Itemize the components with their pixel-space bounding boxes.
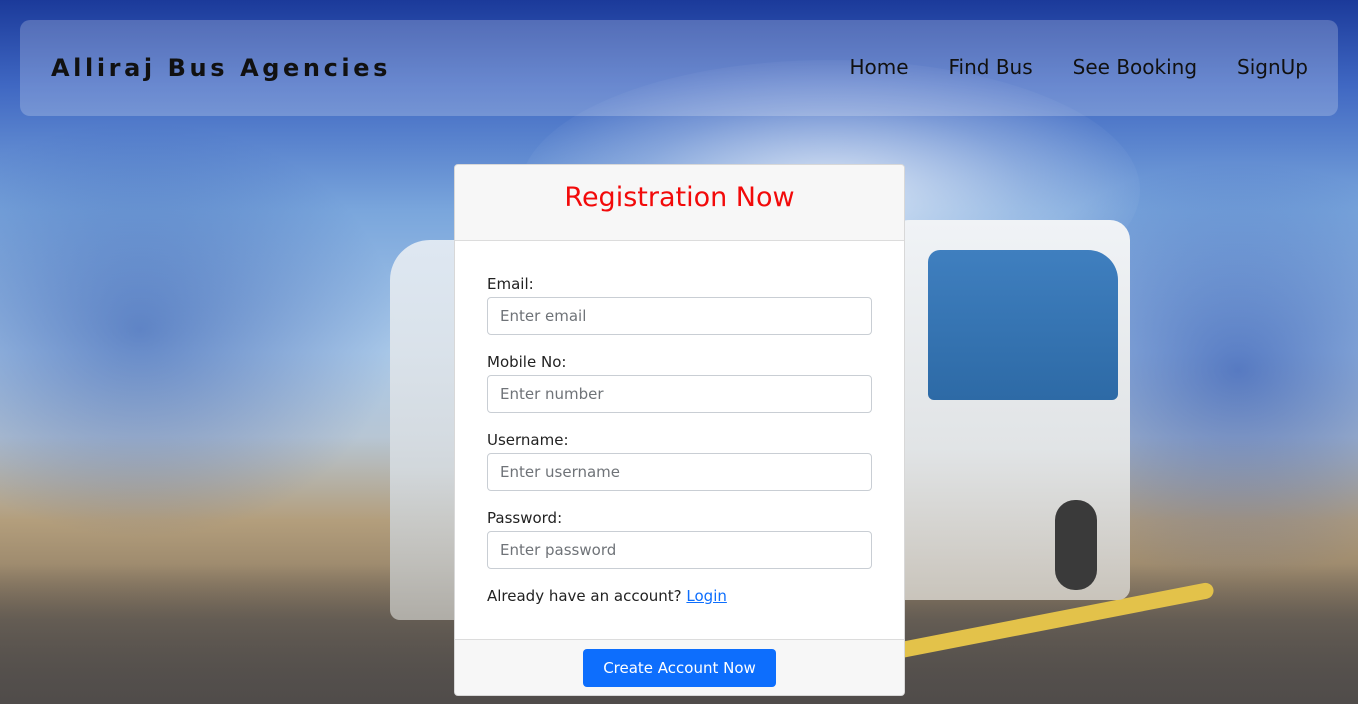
mobile-label: Mobile No:	[487, 353, 567, 371]
nav-link-home[interactable]: Home	[849, 54, 908, 80]
card-header: Registration Now	[455, 165, 904, 241]
username-field-group: Username:	[487, 429, 872, 491]
nav-link-see-booking[interactable]: See Booking	[1073, 54, 1197, 80]
background-shade	[0, 120, 400, 540]
registration-card: Registration Now Email: Mobile No: Usern…	[454, 164, 905, 696]
password-label: Password:	[487, 509, 563, 527]
email-input[interactable]	[487, 297, 872, 335]
create-account-button[interactable]: Create Account Now	[583, 648, 776, 687]
nav-link-find-bus[interactable]: Find Bus	[949, 54, 1033, 80]
password-input[interactable]	[487, 531, 872, 569]
login-prompt-line: Already have an account? Login	[487, 585, 872, 607]
email-label: Email:	[487, 275, 534, 293]
background-bus-wheel	[1055, 500, 1097, 590]
username-input[interactable]	[487, 453, 872, 491]
login-prompt-text: Already have an account?	[487, 587, 682, 605]
card-body: Email: Mobile No: Username: Password: Al…	[455, 241, 904, 607]
username-label: Username:	[487, 431, 569, 449]
nav-link-signup[interactable]: SignUp	[1237, 54, 1308, 80]
password-field-group: Password:	[487, 507, 872, 569]
card-footer: Create Account Now	[455, 639, 904, 695]
email-field-group: Email:	[487, 273, 872, 335]
navbar: Alliraj Bus Agencies Home Find Bus See B…	[20, 20, 1338, 116]
mobile-input[interactable]	[487, 375, 872, 413]
login-link[interactable]: Login	[686, 587, 726, 605]
mobile-field-group: Mobile No:	[487, 351, 872, 413]
background-bus-window	[928, 250, 1118, 400]
nav-links: Home Find Bus See Booking SignUp	[849, 54, 1308, 80]
brand-logo[interactable]: Alliraj Bus Agencies	[51, 53, 391, 83]
form-title: Registration Now	[564, 182, 795, 213]
